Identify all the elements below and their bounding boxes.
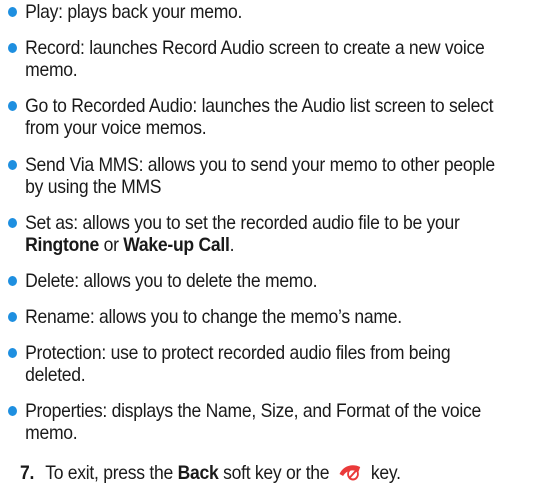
list-item-text: Set as: allows you to set the recorded a…	[25, 212, 460, 256]
back-key-term: Back	[177, 462, 219, 484]
ringtone-term: Ringtone	[25, 234, 99, 256]
bullet-icon	[8, 218, 17, 228]
end-call-key-icon	[339, 465, 360, 481]
list-item-set-as: Set as: allows you to set the recorded a…	[8, 212, 485, 256]
list-item-protection: Protection: use to protect recorded audi…	[8, 342, 485, 386]
list-item-text: Play: plays back your memo.	[25, 1, 243, 23]
bullet-icon	[8, 43, 17, 53]
list-item-text: Delete: allows you to delete the memo.	[25, 270, 318, 292]
list-item-text: Send Via MMS: allows you to send your me…	[25, 154, 495, 198]
bullet-icon	[8, 7, 17, 17]
list-item-send-via-mms: Send Via MMS: allows you to send your me…	[8, 154, 495, 198]
list-item-record: Record: launches Record Audio screen to …	[8, 37, 485, 81]
bullet-icon	[8, 101, 17, 111]
bullet-icon	[8, 348, 17, 358]
list-item-properties: Properties: displays the Name, Size, and…	[8, 400, 485, 444]
wake-up-call-term: Wake-up Call	[123, 234, 230, 256]
list-item-text: Protection: use to protect recorded audi…	[25, 342, 451, 386]
bullet-icon	[8, 276, 17, 286]
bullet-icon	[8, 406, 17, 416]
list-item-text: Rename: allows you to change the memo’s …	[25, 306, 402, 328]
list-item-text: Go to Recorded Audio: launches the Audio…	[25, 95, 494, 139]
step-7: 7. To exit, press the Back soft key or th…	[20, 462, 401, 484]
bullet-icon	[8, 160, 17, 170]
list-item-go-to-recorded-audio: Go to Recorded Audio: launches the Audio…	[8, 95, 494, 139]
list-item-text: Properties: displays the Name, Size, and…	[25, 400, 482, 444]
manual-page: Play: plays back your memo. Record: laun…	[0, 0, 546, 488]
list-item-text: Record: launches Record Audio screen to …	[25, 37, 485, 81]
step-number: 7.	[20, 462, 35, 484]
bullet-icon	[8, 312, 17, 322]
